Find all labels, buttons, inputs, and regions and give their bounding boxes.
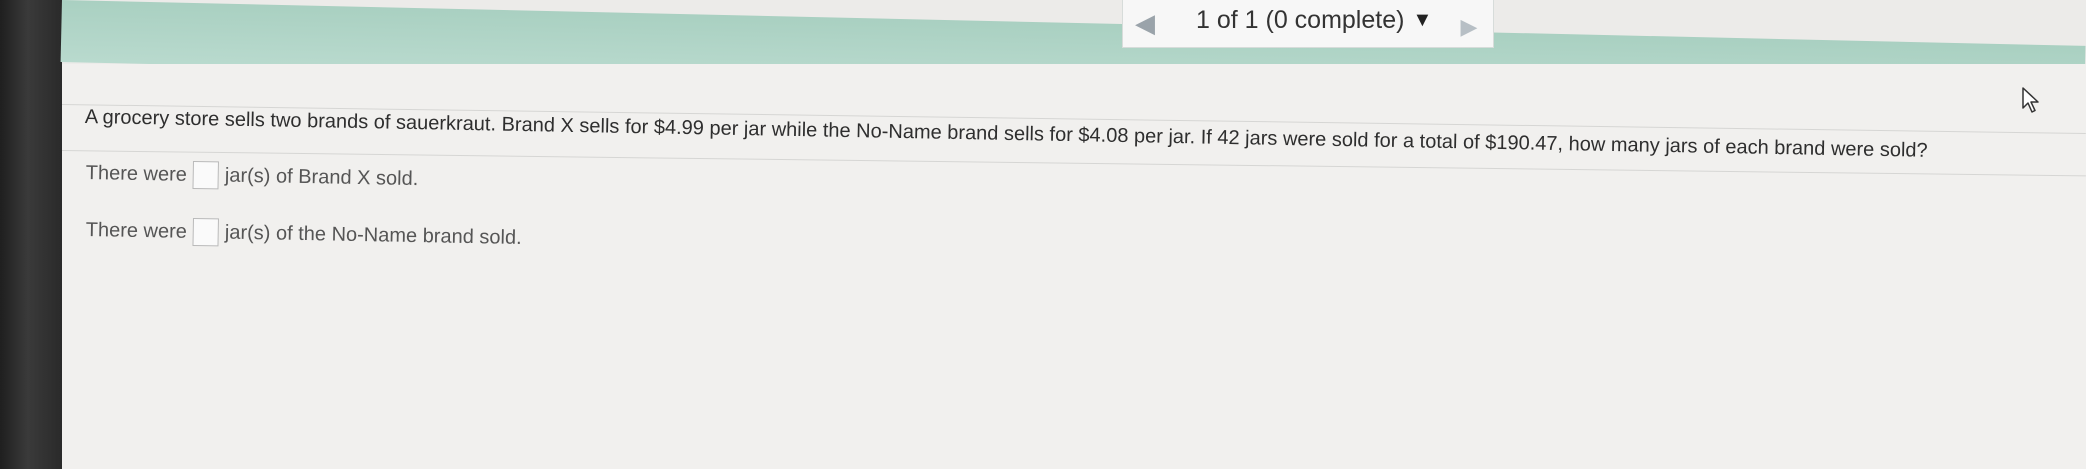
mouse-pointer-icon: [2022, 87, 2039, 113]
question-progress-dropdown[interactable]: 1 of 1 (0 complete) ▼: [1196, 6, 1432, 35]
monitor-bezel: [0, 0, 62, 469]
brand-x-answer-input[interactable]: [192, 160, 220, 190]
next-question-icon[interactable]: ▶: [1454, 12, 1484, 42]
caret-down-icon: ▼: [1412, 9, 1433, 31]
answer-suffix: jar(s) of Brand X sold.: [224, 164, 419, 190]
no-name-answer-input[interactable]: [192, 217, 220, 247]
answer-suffix: jar(s) of the No-Name brand sold.: [224, 221, 522, 249]
previous-question-icon[interactable]: ◀: [1130, 8, 1160, 38]
answer-prefix: There were: [85, 161, 188, 186]
question-progress-label: 1 of 1 (0 complete): [1196, 6, 1405, 34]
answer-prefix: There were: [85, 218, 188, 243]
